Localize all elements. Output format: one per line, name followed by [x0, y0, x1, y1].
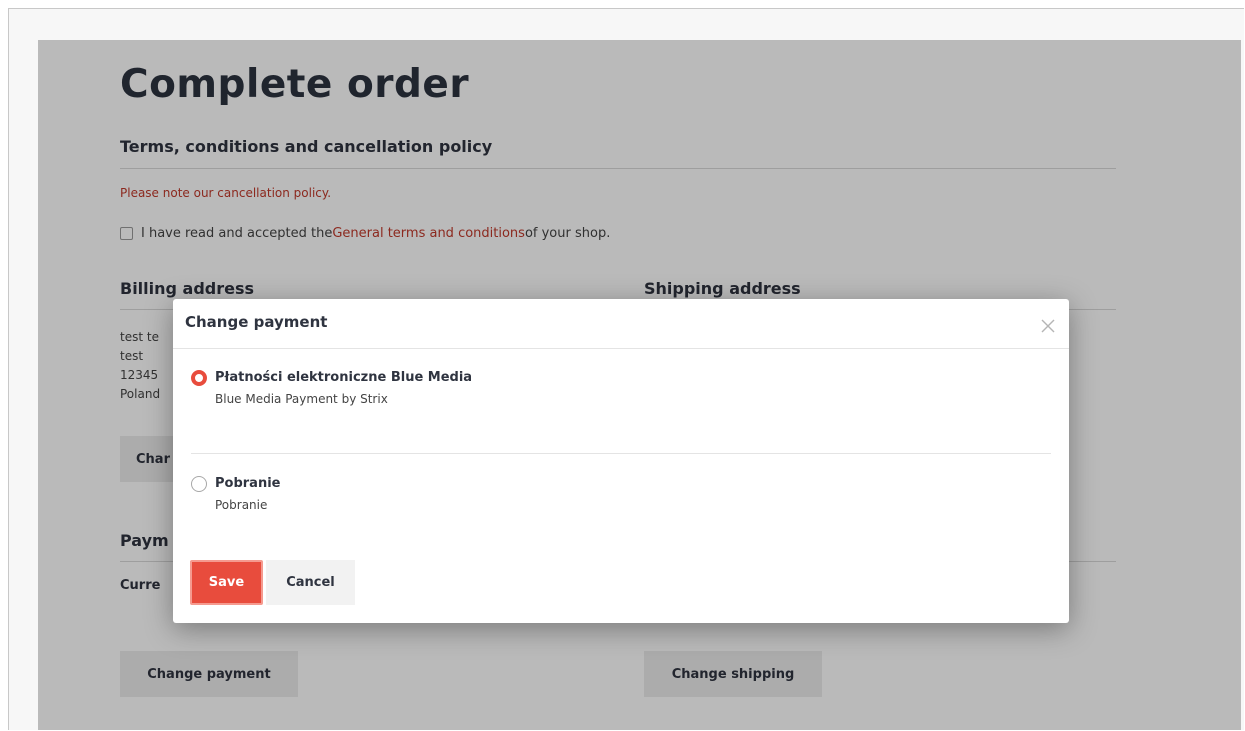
close-icon[interactable]	[1039, 317, 1057, 335]
dialog-header: Change payment	[173, 299, 1069, 349]
radio-unselected[interactable]	[191, 476, 207, 492]
option-description: Pobranie	[215, 498, 268, 512]
checkout-page: Complete order Terms, conditions and can…	[38, 40, 1241, 730]
options-divider	[191, 453, 1051, 454]
option-text: Płatności elektroniczne Blue Media Blue …	[215, 369, 472, 408]
change-payment-dialog: Change payment Płatności elektroniczne B…	[173, 299, 1069, 623]
option-text: Pobranie Pobranie	[215, 475, 280, 514]
save-button[interactable]: Save	[190, 560, 263, 605]
payment-option-pobranie[interactable]: Pobranie Pobranie	[191, 475, 280, 514]
window-frame: Complete order Terms, conditions and can…	[8, 8, 1244, 730]
radio-selected[interactable]	[191, 370, 207, 386]
payment-option-blue-media[interactable]: Płatności elektroniczne Blue Media Blue …	[191, 369, 472, 408]
dialog-title: Change payment	[185, 313, 328, 331]
cancel-button[interactable]: Cancel	[266, 560, 355, 605]
option-name: Płatności elektroniczne Blue Media	[215, 370, 473, 385]
option-name: Pobranie	[215, 476, 281, 491]
option-description: Blue Media Payment by Strix	[215, 392, 388, 406]
